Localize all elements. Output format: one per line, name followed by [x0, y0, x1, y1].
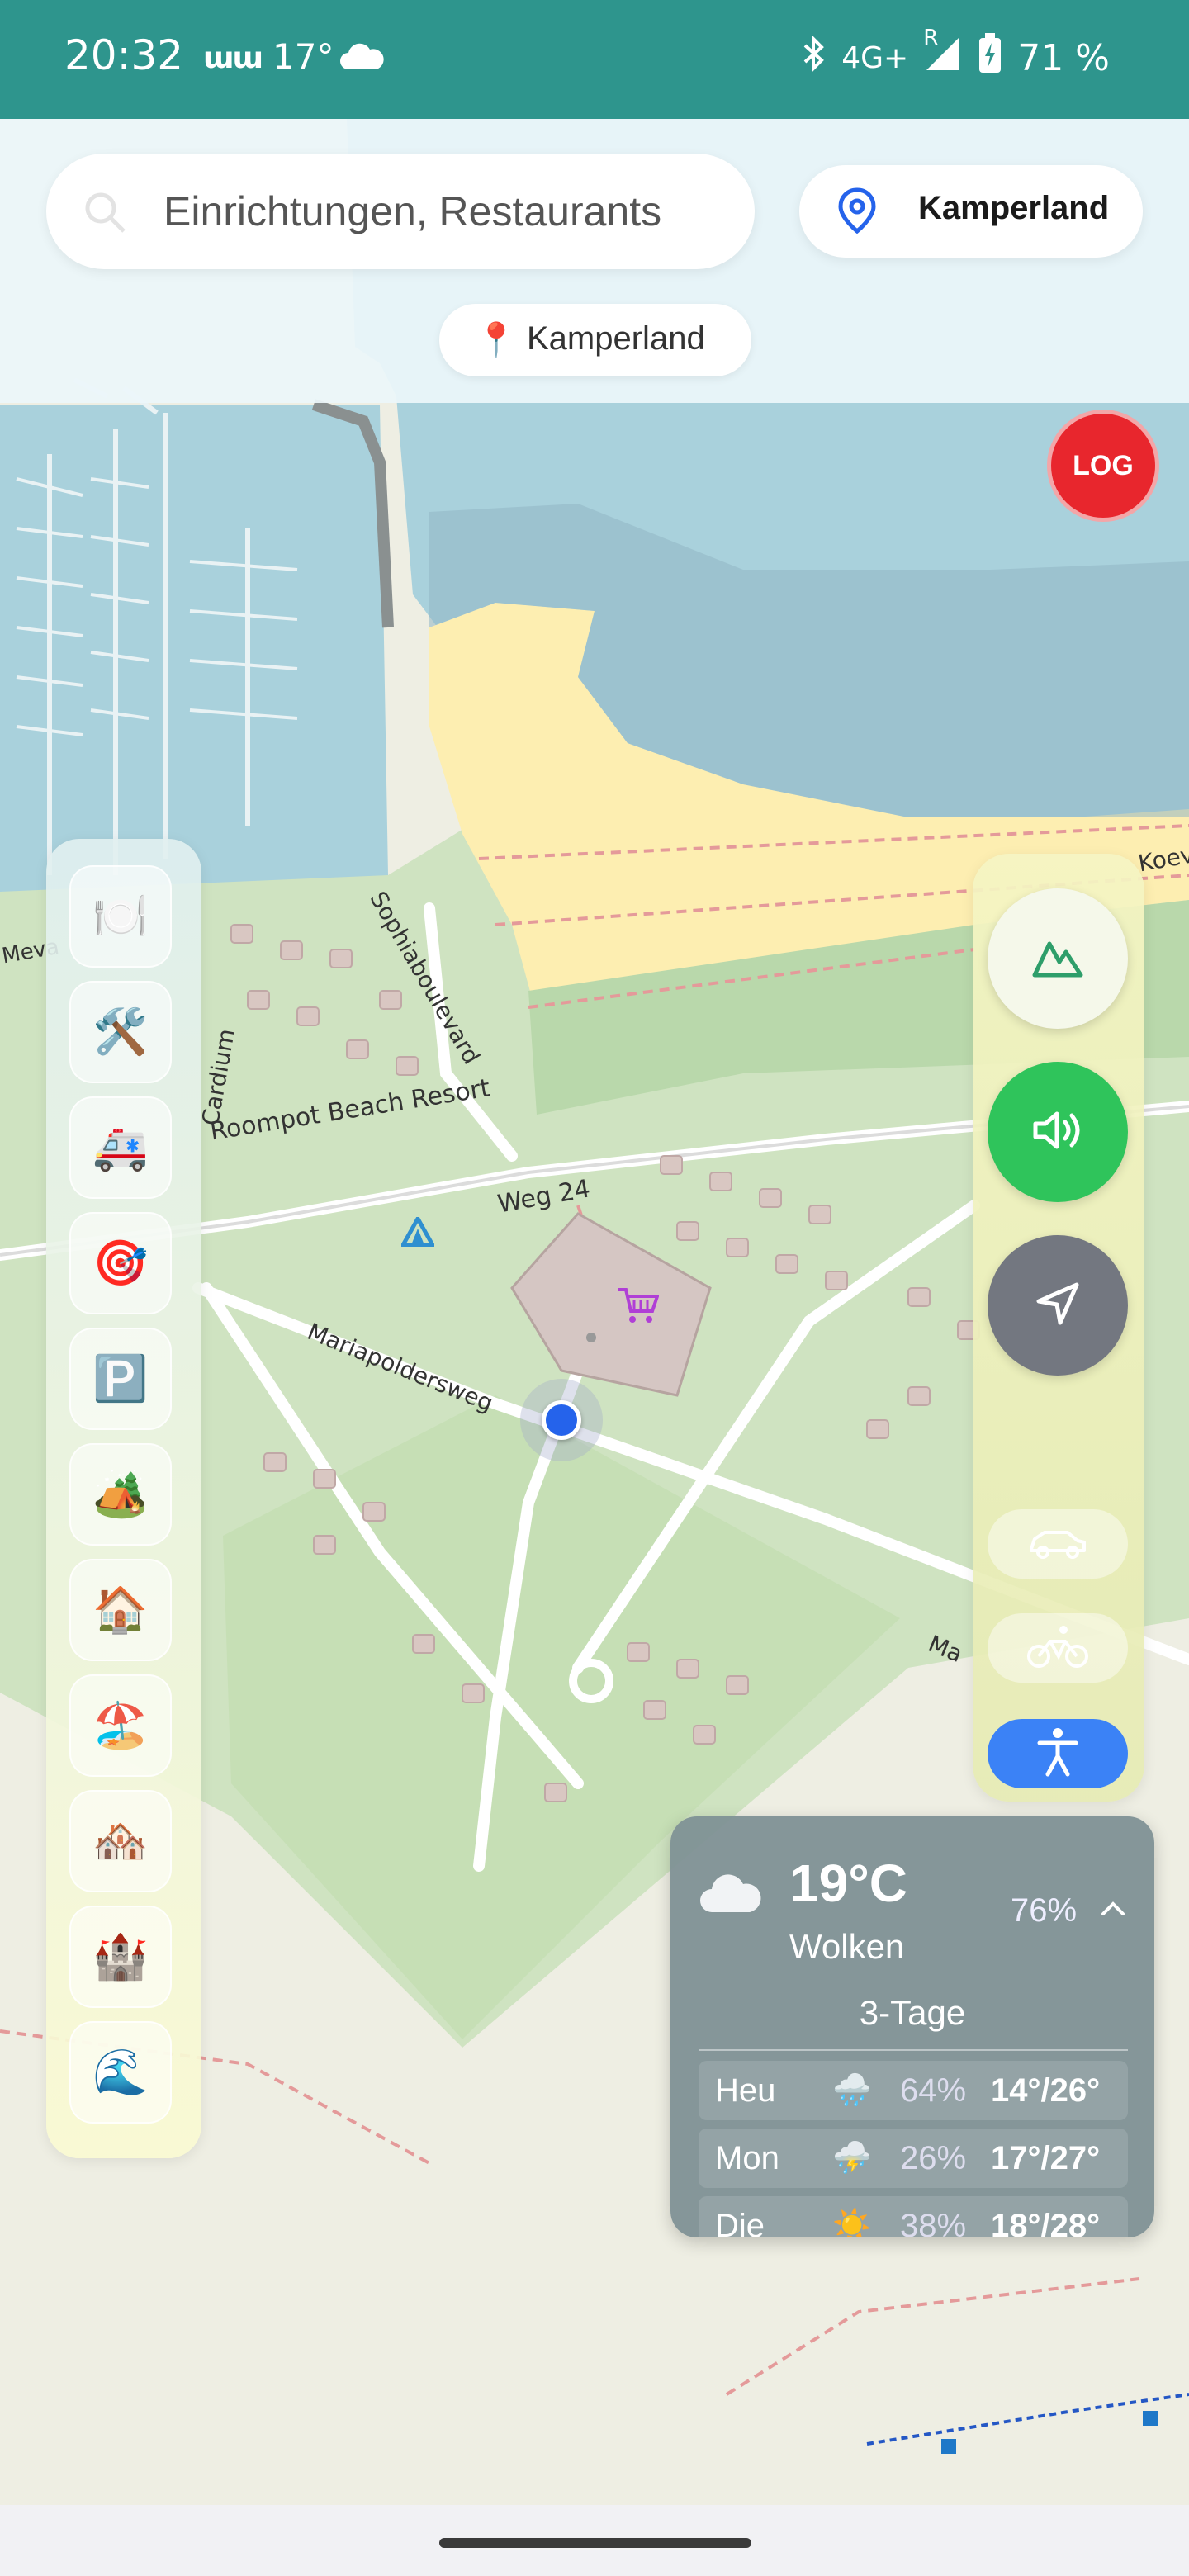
location-chip[interactable]: 📍 Kamperland	[439, 304, 751, 376]
network-type: 4G+	[841, 41, 909, 75]
car-icon	[1026, 1524, 1089, 1564]
camping-icon: 🏕️	[92, 1468, 149, 1520]
weather-widget[interactable]: 19°C Wolken 76% 3-Tage Heu 🌧️ 64% 14°/26…	[670, 1816, 1154, 2237]
cloud-icon	[339, 43, 385, 74]
forecast-day: Die	[715, 2208, 765, 2237]
forecast-day: Heu	[715, 2072, 776, 2109]
supermarket-icon[interactable]	[616, 1286, 660, 1328]
parking-icon: 🅿️	[92, 1352, 149, 1404]
house-icon: 🏠	[92, 1584, 149, 1636]
chevron-up-icon[interactable]	[1100, 1899, 1126, 1921]
bluetooth-icon	[802, 34, 827, 83]
forecast-row: Die ☀️ 38% 18°/28°	[699, 2196, 1128, 2237]
battery-icon	[978, 33, 1002, 83]
bicycle-icon	[1026, 1623, 1090, 1673]
tools-icon: 🛠️	[92, 1006, 149, 1058]
pin-icon: 📍	[476, 321, 517, 359]
car-mode-button[interactable]	[988, 1509, 1128, 1579]
forecast-precip: 26%	[900, 2140, 967, 2176]
rain-icon: 🌧️	[832, 2073, 872, 2108]
category-ambulance-button[interactable]: 🚑	[69, 1096, 172, 1199]
castle-icon: 🏰	[92, 1930, 149, 1982]
forecast-divider	[699, 2049, 1128, 2051]
forecast-precip: 64%	[900, 2072, 967, 2109]
category-tools-button[interactable]: 🛠️	[69, 981, 172, 1083]
category-castle-button[interactable]: 🏰	[69, 1906, 172, 2008]
battery-level: 71 %	[1017, 37, 1110, 79]
forecast-header: 3-Tage	[859, 1993, 966, 2032]
terrain-button[interactable]	[988, 888, 1128, 1029]
home-gesture-handle[interactable]	[439, 2538, 751, 2548]
forecast-precip: 38%	[900, 2208, 967, 2237]
location-pin-icon	[837, 187, 877, 238]
accessible-mode-button[interactable]	[988, 1719, 1128, 1788]
category-camping-button[interactable]: 🏕️	[69, 1443, 172, 1546]
beach-icon: 🏖️	[92, 1699, 149, 1751]
accessibility-icon	[1036, 1726, 1079, 1781]
status-time: 20:32	[64, 31, 184, 79]
map-controls	[973, 854, 1144, 1802]
location-button-label: Kamperland	[918, 190, 1110, 226]
thunderstorm-icon: ⛈️	[832, 2141, 872, 2176]
category-wave-button[interactable]: 🌊	[69, 2021, 172, 2124]
status-bar: 20:32 ɯɯ 17° 4G+ R 71 %	[0, 0, 1189, 119]
status-temperature: 17°	[272, 36, 334, 77]
sun-icon: ☀️	[832, 2209, 872, 2237]
navigation-bar	[0, 2505, 1189, 2576]
roaming-indicator: R	[923, 26, 939, 50]
search-input[interactable]	[163, 178, 733, 244]
location-button[interactable]: Kamperland	[799, 165, 1143, 258]
category-restaurant-button[interactable]: 🍽️	[69, 865, 172, 968]
forecast-row: Heu 🌧️ 64% 14°/26°	[699, 2061, 1128, 2120]
category-beach-button[interactable]: 🏖️	[69, 1674, 172, 1777]
carrier-icon: ɯɯ	[203, 41, 263, 75]
navigation-arrow-icon	[1034, 1280, 1082, 1331]
wave-icon: 🌊	[92, 2046, 149, 2098]
forecast-row: Mon ⛈️ 26% 17°/27°	[699, 2129, 1128, 2188]
weather-condition: Wolken	[789, 1927, 905, 1966]
category-hotel-button[interactable]: 🏘️	[69, 1790, 172, 1892]
category-parking-button[interactable]: 🅿️	[69, 1328, 172, 1430]
weather-temperature: 19°C	[789, 1854, 907, 1913]
weather-humidity: 76%	[1011, 1892, 1078, 1929]
mountain-icon	[1031, 935, 1084, 982]
category-sidebar: 🍽️ 🛠️ 🚑 🎯 🅿️ 🏕️ 🏠 🏖️ 🏘️ 🏰 🌊	[46, 839, 201, 2158]
campsite-icon[interactable]	[399, 1214, 437, 1250]
restaurant-icon: 🍽️	[92, 890, 149, 942]
category-house-button[interactable]: 🏠	[69, 1559, 172, 1661]
search-panel: Kamperland 📍 Kamperland	[0, 119, 1189, 403]
navigate-button[interactable]	[988, 1235, 1128, 1376]
location-chip-label: Kamperland	[527, 320, 705, 357]
cloud-icon	[699, 1871, 763, 1920]
forecast-day: Mon	[715, 2140, 779, 2176]
forecast-range: 14°/26°	[991, 2072, 1101, 2109]
forecast-range: 17°/27°	[991, 2140, 1101, 2176]
log-button[interactable]: LOG	[1047, 410, 1159, 522]
current-location-marker	[520, 1379, 603, 1461]
speaker-icon	[1030, 1107, 1085, 1157]
search-bar[interactable]	[46, 154, 755, 269]
target-icon: 🎯	[92, 1237, 149, 1289]
forecast-range: 18°/28°	[991, 2208, 1101, 2237]
search-icon	[83, 190, 127, 238]
bike-mode-button[interactable]	[988, 1613, 1128, 1683]
category-target-button[interactable]: 🎯	[69, 1212, 172, 1314]
sound-button[interactable]	[988, 1062, 1128, 1202]
ambulance-icon: 🚑	[92, 1121, 149, 1173]
hotel-icon: 🏘️	[92, 1815, 149, 1867]
signal-icon: R	[923, 26, 963, 83]
